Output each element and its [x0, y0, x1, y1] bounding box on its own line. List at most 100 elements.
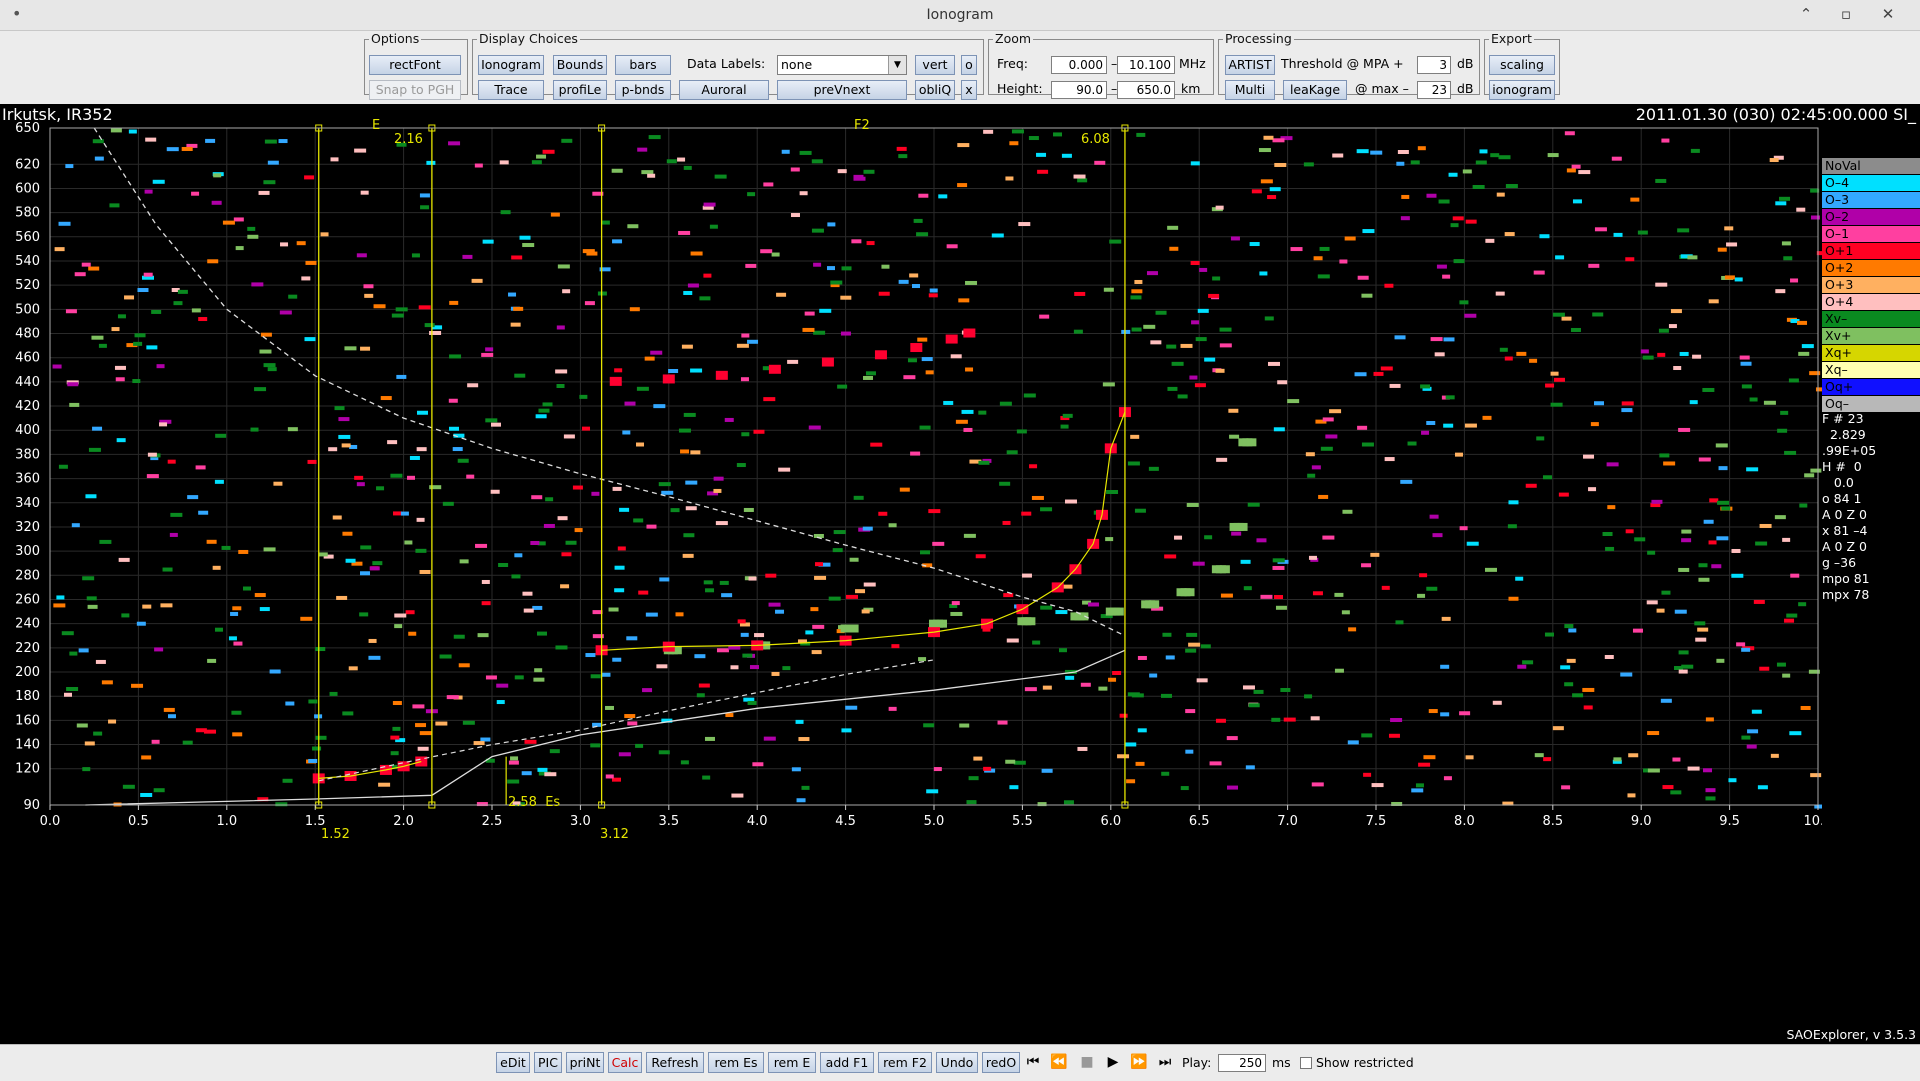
o-button[interactable]: o	[961, 55, 977, 75]
echo-mark	[1053, 132, 1063, 137]
rem-es-button[interactable]: rem Es	[708, 1052, 764, 1073]
echo-mark	[263, 180, 276, 185]
data-labels-select[interactable]: none ▼	[777, 55, 907, 75]
echo-mark	[181, 146, 193, 151]
echo-mark	[705, 588, 715, 593]
echo-mark	[1227, 785, 1239, 790]
ionogram-button[interactable]: Ionogram	[478, 55, 544, 75]
rem-f2-button[interactable]: rem F2	[878, 1052, 932, 1073]
echo-mark	[846, 594, 859, 599]
echo-mark	[338, 434, 351, 439]
edit-button[interactable]: eDit	[496, 1052, 530, 1073]
multi-button[interactable]: Multi	[1225, 80, 1275, 100]
echo-mark	[549, 749, 560, 754]
print-button[interactable]: priNt	[566, 1052, 604, 1073]
max-db: dB	[1457, 81, 1474, 96]
echo-mark	[926, 789, 939, 794]
echo-mark	[1283, 717, 1296, 722]
trace-button[interactable]: Trace	[478, 80, 544, 100]
echo-mark	[243, 586, 252, 591]
echo-mark	[376, 486, 385, 491]
x-tick-label: 8.0	[1454, 814, 1475, 829]
version-label: SAOExplorer, v 3.5.3	[1786, 1027, 1916, 1042]
p-bnds-button[interactable]: p-bnds	[615, 80, 671, 100]
display-choices-group: Display Choices Ionogram Bounds bars Dat…	[472, 32, 984, 100]
restore-icon[interactable]: ▫	[1836, 5, 1856, 23]
echo-mark	[1716, 658, 1725, 663]
auroral-button[interactable]: Auroral	[679, 80, 769, 100]
fast-forward-icon[interactable]: ⏩	[1130, 1054, 1148, 1070]
echo-mark	[1672, 757, 1681, 762]
echo-mark	[798, 737, 810, 742]
echo-mark	[1718, 466, 1728, 471]
chevron-up-icon[interactable]: ⌃	[1796, 5, 1816, 23]
legend-item: O–4	[1822, 175, 1920, 191]
echo-mark	[233, 641, 243, 646]
x-button[interactable]: x	[961, 80, 977, 100]
export-ionogram-button[interactable]: ionogram	[1489, 80, 1555, 100]
calc-button[interactable]: Calc	[608, 1052, 642, 1073]
echo-mark	[731, 793, 744, 798]
echo-mark	[1692, 354, 1702, 359]
echo-mark	[1728, 778, 1737, 783]
freq-min-input[interactable]: 0.000	[1051, 56, 1107, 74]
echo-mark	[360, 571, 371, 576]
freq-max-input[interactable]: 10.100	[1117, 56, 1175, 74]
play-icon[interactable]: ▶	[1104, 1054, 1122, 1070]
echo-mark	[1169, 246, 1179, 251]
rewind-icon[interactable]: ⏪	[1050, 1054, 1068, 1070]
echo-mark	[1611, 156, 1622, 161]
echo-mark	[1555, 255, 1565, 260]
height-max-input[interactable]: 650.0	[1117, 81, 1175, 99]
echo-mark	[415, 723, 427, 728]
scaling-button[interactable]: scaling	[1489, 55, 1555, 75]
pic-button[interactable]: PIC	[534, 1052, 562, 1073]
stop-icon[interactable]: ■	[1078, 1054, 1096, 1070]
profile-button[interactable]: profiLe	[553, 80, 607, 100]
echo-mark	[1673, 366, 1682, 371]
echo-mark	[675, 612, 684, 617]
rectfont-button[interactable]: rectFont	[369, 55, 461, 75]
add-f1-button[interactable]: add F1	[820, 1052, 874, 1073]
threshold-input[interactable]: 3	[1417, 56, 1451, 74]
close-icon[interactable]: ✕	[1878, 5, 1898, 23]
obliq-button[interactable]: obliQ	[915, 80, 955, 100]
readout-line: 0.0	[1822, 475, 1854, 490]
echo-mark	[591, 491, 600, 496]
show-restricted-checkbox[interactable]	[1300, 1057, 1312, 1069]
echo-mark	[1705, 717, 1714, 722]
prevnext-button[interactable]: preVnext	[777, 80, 907, 100]
redo-button[interactable]: redO	[982, 1052, 1020, 1073]
echo-mark	[590, 743, 601, 748]
refresh-button[interactable]: Refresh	[646, 1052, 704, 1073]
play-interval-input[interactable]: 250	[1218, 1054, 1266, 1072]
skip-last-icon[interactable]: ⏭	[1156, 1054, 1174, 1070]
x-tick-label: 1.0	[216, 814, 237, 829]
echo-mark	[121, 613, 130, 618]
echo-mark	[999, 481, 1011, 486]
echo-mark	[932, 541, 945, 546]
bounds-button[interactable]: Bounds	[553, 55, 607, 75]
echo-mark	[749, 665, 759, 670]
vert-button[interactable]: vert	[915, 55, 955, 75]
echo-mark	[1779, 196, 1791, 201]
echo-mark	[1544, 632, 1554, 637]
echo-mark	[1769, 158, 1779, 163]
max-input[interactable]: 23	[1417, 81, 1451, 99]
echo-mark	[1434, 352, 1445, 357]
echo-mark	[1662, 785, 1674, 790]
height-min-input[interactable]: 90.0	[1051, 81, 1107, 99]
echo-mark	[1275, 605, 1287, 610]
snap-to-pgh-button[interactable]: Snap to PGH	[369, 80, 461, 100]
echo-mark	[269, 669, 281, 674]
echo-mark	[250, 427, 259, 432]
chevron-down-icon[interactable]: ▼	[888, 56, 906, 74]
rem-e-button[interactable]: rem E	[768, 1052, 816, 1073]
undo-button[interactable]: Undo	[936, 1052, 978, 1073]
ionogram-chart[interactable]: 0.0 0.5 1.0 1.5 2.0 2.5 3.0 3.5 4.0 4.5 5.0 5.5 6.0 6…	[0, 104, 1822, 1044]
leakage-button[interactable]: leaKage	[1283, 80, 1347, 100]
artist-button[interactable]: ARTIST	[1225, 55, 1275, 75]
bars-button[interactable]: bars	[615, 55, 671, 75]
skip-first-icon[interactable]: ⏮	[1024, 1054, 1042, 1070]
color-legend: NoVal O–4 O–3 O–2 O–1 O+1 O+2 O+3 O+4 Xv– Xv+ Xq+ Xq…	[1822, 158, 1920, 413]
